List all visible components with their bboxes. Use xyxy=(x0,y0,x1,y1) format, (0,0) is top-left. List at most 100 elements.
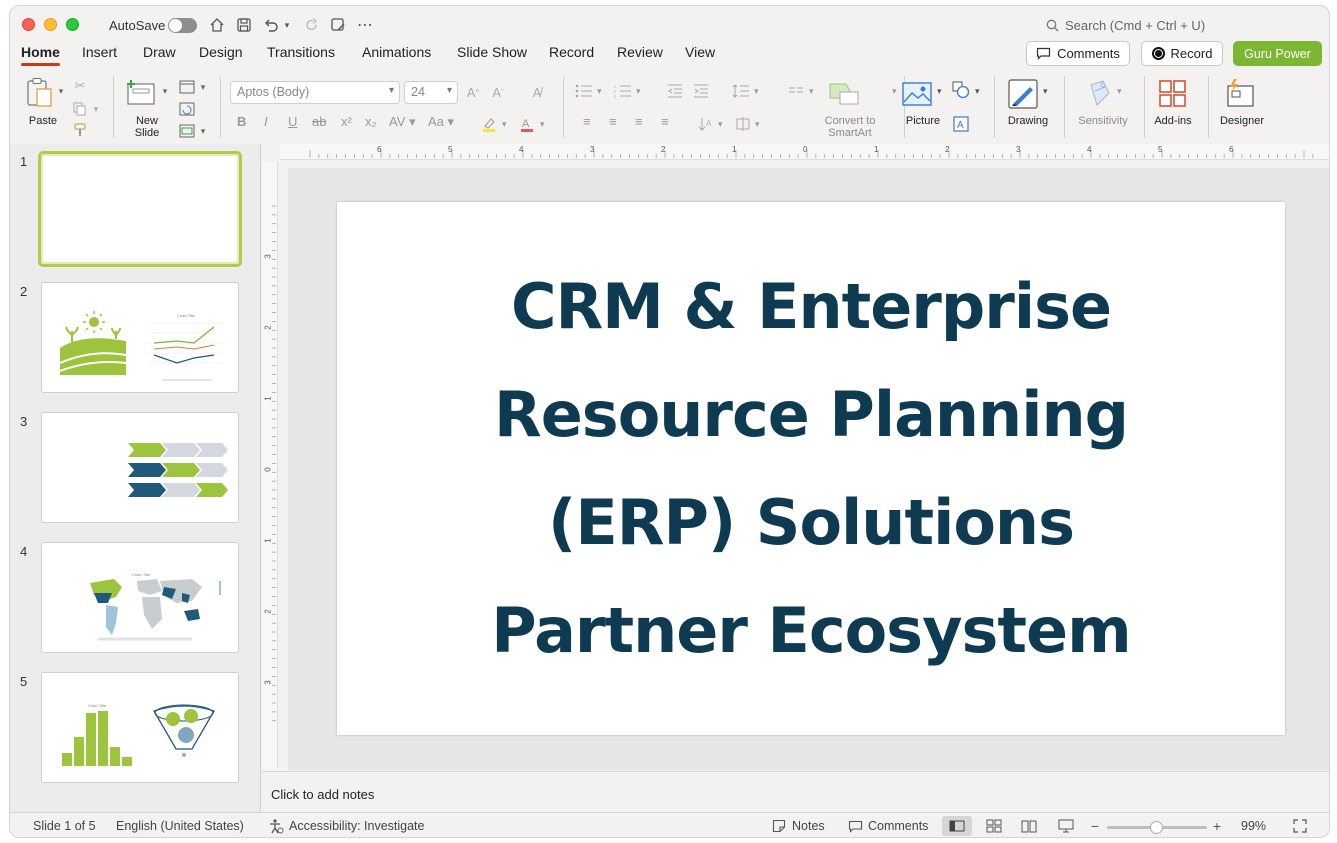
accessibility-icon[interactable] xyxy=(266,817,286,835)
fit-to-window-icon[interactable] xyxy=(1290,817,1310,835)
save-icon[interactable] xyxy=(233,15,255,35)
character-spacing-icon[interactable]: AV ▾ xyxy=(389,114,416,130)
designer-icon[interactable] xyxy=(1224,77,1256,109)
font-size-select[interactable]: 24 ▾ xyxy=(404,81,458,104)
record-button[interactable]: Record xyxy=(1141,41,1223,66)
columns-chevron-icon[interactable]: ▾ xyxy=(809,86,814,97)
close-window-button[interactable] xyxy=(22,18,35,31)
more-options-icon[interactable]: ⋯ xyxy=(354,15,376,35)
cut-icon[interactable]: ✂ xyxy=(71,78,89,94)
zoom-level[interactable]: 99% xyxy=(1241,819,1266,833)
paste-icon[interactable] xyxy=(24,76,56,110)
subscript-icon[interactable]: x₂ xyxy=(365,114,377,129)
superscript-icon[interactable]: x² xyxy=(341,114,352,129)
notes-icon[interactable] xyxy=(769,817,789,835)
bullets-chevron-icon[interactable]: ▾ xyxy=(597,86,602,97)
section-icon[interactable] xyxy=(178,123,196,139)
reset-slide-icon[interactable] xyxy=(178,101,196,117)
slide-thumbnail-2[interactable]: Chart Title xyxy=(41,282,239,393)
autosave-toggle[interactable] xyxy=(168,18,197,33)
redo-icon[interactable] xyxy=(301,15,323,35)
convert-to-smartart-icon[interactable] xyxy=(828,78,860,108)
highlight-chevron-icon[interactable]: ▾ xyxy=(502,119,507,130)
layout-chevron-icon[interactable]: ▾ xyxy=(198,79,208,95)
tab-record[interactable]: Record xyxy=(549,44,594,60)
change-case-icon[interactable]: Aa ▾ xyxy=(428,114,454,130)
tab-review[interactable]: Review xyxy=(617,44,663,60)
bold-icon[interactable]: B xyxy=(237,114,246,129)
tab-transitions[interactable]: Transitions xyxy=(267,44,335,60)
notes-pane[interactable]: Click to add notes xyxy=(262,771,1329,811)
language-indicator[interactable]: English (United States) xyxy=(116,819,244,833)
zoom-in-icon[interactable]: + xyxy=(1207,817,1227,835)
align-right-icon[interactable]: ≡ xyxy=(635,114,643,129)
italic-icon[interactable]: I xyxy=(264,114,268,129)
slide-thumbnail-1[interactable] xyxy=(38,151,242,267)
text-box-icon[interactable]: A xyxy=(951,115,971,133)
copy-chevron-icon[interactable]: ▾ xyxy=(91,101,101,117)
increase-indent-icon[interactable] xyxy=(691,82,711,100)
tab-home[interactable]: Home xyxy=(21,44,60,66)
comments-status-button[interactable]: Comments xyxy=(868,819,928,833)
slide-show-view-icon[interactable] xyxy=(1056,817,1076,835)
text-direction-chevron-icon[interactable]: ▾ xyxy=(718,119,723,130)
font-color-icon[interactable]: A xyxy=(518,115,536,133)
minimize-window-button[interactable] xyxy=(44,18,57,31)
comments-status-icon[interactable] xyxy=(845,817,865,835)
copy-icon[interactable] xyxy=(71,101,89,117)
numbering-chevron-icon[interactable]: ▾ xyxy=(636,86,641,97)
add-ins-icon[interactable] xyxy=(1158,79,1188,109)
zoom-window-button[interactable] xyxy=(66,18,79,31)
tab-view[interactable]: View xyxy=(685,44,715,60)
align-center-icon[interactable]: ≡ xyxy=(609,114,617,129)
normal-view-icon[interactable] xyxy=(942,816,972,836)
current-slide[interactable]: CRM & Enterprise Resource Planning (ERP)… xyxy=(337,202,1285,735)
layout-icon[interactable] xyxy=(178,79,196,95)
notes-button[interactable]: Notes xyxy=(792,819,825,833)
shapes-icon[interactable] xyxy=(951,80,971,100)
increase-font-size-icon[interactable]: A ^ xyxy=(464,83,482,101)
drawing-icon[interactable] xyxy=(1007,78,1039,110)
tab-design[interactable]: Design xyxy=(199,44,243,60)
accessibility-status[interactable]: Accessibility: Investigate xyxy=(289,819,424,833)
clear-formatting-icon[interactable]: A̸ xyxy=(528,83,546,101)
guru-power-button[interactable]: Guru Power xyxy=(1233,41,1322,66)
tab-draw[interactable]: Draw xyxy=(143,44,176,60)
slide-title-textbox[interactable]: CRM & Enterprise Resource Planning (ERP)… xyxy=(361,253,1261,685)
line-spacing-icon[interactable] xyxy=(731,82,751,100)
picture-chevron-icon[interactable]: ▾ xyxy=(937,86,942,97)
zoom-out-icon[interactable]: − xyxy=(1085,817,1105,835)
decrease-font-size-icon[interactable]: Aˇ xyxy=(489,83,507,101)
text-direction-icon[interactable]: A xyxy=(696,115,716,133)
format-painter-icon[interactable] xyxy=(71,122,89,138)
justify-icon[interactable]: ≡ xyxy=(661,114,669,129)
slide-thumbnail-5[interactable]: Chart Title xyxy=(41,672,239,783)
sensitivity-icon[interactable] xyxy=(1085,78,1115,110)
reading-view-icon[interactable] xyxy=(1019,817,1039,835)
slide-thumbnail-3[interactable] xyxy=(41,412,239,523)
font-color-chevron-icon[interactable]: ▾ xyxy=(540,119,545,130)
undo-dropdown-chevron-icon[interactable]: ▾ xyxy=(280,15,294,35)
align-left-icon[interactable]: ≡ xyxy=(583,114,591,129)
font-name-select[interactable]: Aptos (Body) ▾ xyxy=(230,81,400,104)
tab-insert[interactable]: Insert xyxy=(82,44,117,60)
numbering-icon[interactable]: 123 xyxy=(613,82,633,100)
strikethrough-icon[interactable]: ab xyxy=(312,114,326,129)
zoom-slider-thumb[interactable] xyxy=(1150,821,1163,834)
align-text-chevron-icon[interactable]: ▾ xyxy=(755,119,760,130)
search-box[interactable]: Search (Cmd + Ctrl + U) xyxy=(1046,18,1205,33)
tab-animations[interactable]: Animations xyxy=(362,44,431,60)
drawing-chevron-icon[interactable]: ▾ xyxy=(1043,86,1048,97)
undo-icon[interactable] xyxy=(260,15,282,35)
comments-button[interactable]: Comments xyxy=(1026,41,1130,66)
align-text-icon[interactable] xyxy=(733,115,753,133)
columns-icon[interactable] xyxy=(786,82,806,100)
new-slide-chevron-icon[interactable]: ▾ xyxy=(160,84,170,98)
underline-icon[interactable]: U xyxy=(288,114,297,129)
pane-splitter[interactable] xyxy=(260,144,261,812)
tab-slide-show[interactable]: Slide Show xyxy=(457,44,527,60)
bullets-icon[interactable] xyxy=(574,82,594,100)
sensitivity-chevron-icon[interactable]: ▾ xyxy=(1117,86,1122,97)
line-spacing-chevron-icon[interactable]: ▾ xyxy=(754,86,759,97)
highlight-icon[interactable] xyxy=(480,115,498,133)
